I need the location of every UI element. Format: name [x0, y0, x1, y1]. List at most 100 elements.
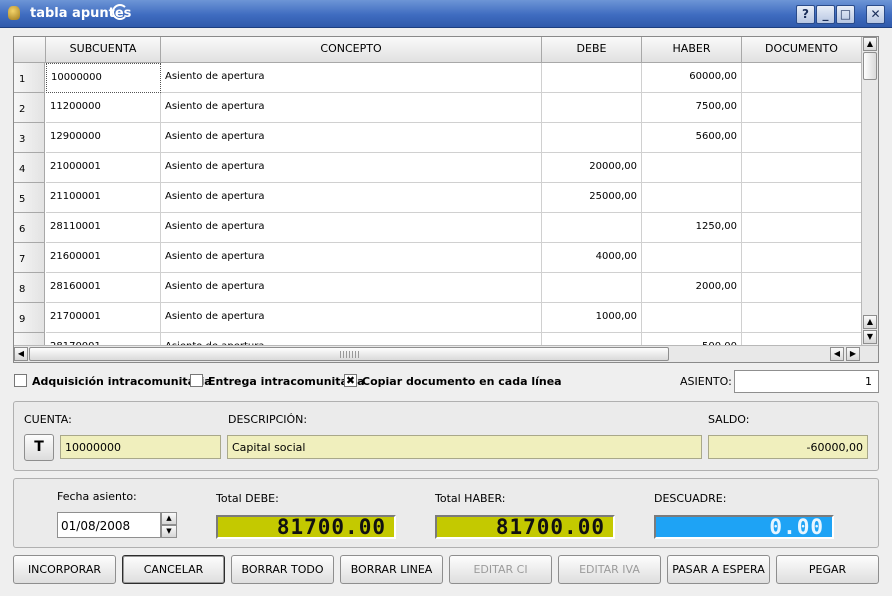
cell-haber[interactable]: 5600,00	[642, 123, 742, 153]
scroll-right-arrow[interactable]: ▶	[846, 347, 860, 361]
row-number[interactable]: 8	[14, 273, 45, 303]
cell-documento[interactable]	[742, 93, 862, 123]
table-row[interactable]: 3 12900000 Asiento de apertura 5600,00	[14, 123, 862, 153]
cuenta-field[interactable]: 10000000	[60, 435, 221, 459]
incorporar-button[interactable]: INCORPORAR	[13, 555, 116, 584]
apuntes-table[interactable]: SUBCUENTA CONCEPTO DEBE HABER DOCUMENTO …	[13, 36, 879, 363]
scroll-left-start-arrow[interactable]: ◀	[14, 347, 28, 361]
close-button[interactable]: ✕	[866, 5, 885, 24]
row-number[interactable]: 6	[14, 213, 45, 243]
scroll-down-arrow[interactable]: ▼	[863, 330, 877, 344]
cell-subcuenta[interactable]: 21600001	[46, 243, 161, 273]
cell-haber[interactable]: 1250,00	[642, 213, 742, 243]
cell-subcuenta[interactable]: 21000001	[46, 153, 161, 183]
cell-concepto[interactable]: Asiento de apertura	[161, 273, 542, 303]
cell-documento[interactable]	[742, 273, 862, 303]
cell-subcuenta[interactable]: 21700001	[46, 303, 161, 333]
title-bar[interactable]: tabla apuntes ? _ □ ✕	[0, 0, 892, 28]
table-row[interactable]: 9 21700001 Asiento de apertura 1000,00	[14, 303, 862, 333]
maximize-button[interactable]: □	[836, 5, 855, 24]
cell-subcuenta[interactable]: 10000000	[46, 63, 161, 93]
borrar-todo-button[interactable]: BORRAR TODO	[231, 555, 334, 584]
cell-concepto[interactable]: Asiento de apertura	[161, 183, 542, 213]
column-header-concepto[interactable]: CONCEPTO	[161, 37, 542, 63]
borrar-linea-button[interactable]: BORRAR LINEA	[340, 555, 443, 584]
date-up-button[interactable]: ▲	[161, 512, 177, 525]
corner-header[interactable]	[14, 37, 46, 63]
cell-debe[interactable]: 4000,00	[542, 243, 642, 273]
horizontal-scroll-thumb[interactable]	[29, 347, 669, 361]
cell-concepto[interactable]: Asiento de apertura	[161, 303, 542, 333]
horizontal-scrollbar[interactable]: ◀ ◀ ▶	[14, 345, 878, 362]
row-number[interactable]: 4	[14, 153, 45, 183]
editar-iva-button[interactable]: EDITAR IVA	[558, 555, 661, 584]
cell-concepto[interactable]: Asiento de apertura	[161, 63, 542, 93]
scroll-up-arrow[interactable]: ▲	[863, 315, 877, 329]
cell-haber[interactable]: 2000,00	[642, 273, 742, 303]
cell-haber[interactable]	[642, 303, 742, 333]
row-number[interactable]: 1	[14, 63, 45, 93]
fecha-asiento-field[interactable]: 01/08/2008	[57, 512, 161, 538]
editar-ci-button[interactable]: EDITAR CI	[449, 555, 552, 584]
pegar-button[interactable]: PEGAR	[776, 555, 879, 584]
row-number[interactable]: 9	[14, 303, 45, 333]
cell-haber[interactable]	[642, 183, 742, 213]
cell-concepto[interactable]: Asiento de apertura	[161, 153, 542, 183]
account-picker-button[interactable]: T	[24, 434, 54, 461]
cell-documento[interactable]	[742, 63, 862, 93]
adquisicion-checkbox[interactable]	[14, 374, 27, 387]
table-row[interactable]: 4 21000001 Asiento de apertura 20000,00	[14, 153, 862, 183]
table-row[interactable]: 8 28160001 Asiento de apertura 2000,00	[14, 273, 862, 303]
cell-debe[interactable]: 20000,00	[542, 153, 642, 183]
table-row[interactable]: 5 21100001 Asiento de apertura 25000,00	[14, 183, 862, 213]
cancelar-button[interactable]: CANCELAR	[122, 555, 225, 584]
pasar-espera-button[interactable]: PASAR A ESPERA	[667, 555, 770, 584]
cell-debe[interactable]	[542, 273, 642, 303]
cell-haber[interactable]: 7500,00	[642, 93, 742, 123]
cell-concepto[interactable]: Asiento de apertura	[161, 123, 542, 153]
scroll-left-arrow[interactable]: ◀	[830, 347, 844, 361]
minimize-button[interactable]: _	[816, 5, 835, 24]
column-header-documento[interactable]: DOCUMENTO	[742, 37, 862, 63]
row-number[interactable]: 2	[14, 93, 45, 123]
asiento-field[interactable]: 1	[734, 370, 879, 393]
cell-subcuenta[interactable]: 12900000	[46, 123, 161, 153]
copiar-checkbox[interactable]: ✖	[344, 374, 357, 387]
cell-subcuenta[interactable]: 28160001	[46, 273, 161, 303]
column-header-subcuenta[interactable]: SUBCUENTA	[46, 37, 161, 63]
cell-documento[interactable]	[742, 303, 862, 333]
column-header-haber[interactable]: HABER	[642, 37, 742, 63]
cell-concepto[interactable]: Asiento de apertura	[161, 243, 542, 273]
row-number[interactable]: 7	[14, 243, 45, 273]
table-row[interactable]: 7 21600001 Asiento de apertura 4000,00	[14, 243, 862, 273]
cell-documento[interactable]	[742, 153, 862, 183]
cell-concepto[interactable]: Asiento de apertura	[161, 93, 542, 123]
row-number[interactable]: 5	[14, 183, 45, 213]
cell-debe[interactable]: 1000,00	[542, 303, 642, 333]
column-header-debe[interactable]: DEBE	[542, 37, 642, 63]
cell-subcuenta[interactable]: 28110001	[46, 213, 161, 243]
cell-debe[interactable]	[542, 63, 642, 93]
help-button[interactable]: ?	[796, 5, 815, 24]
cell-haber[interactable]	[642, 243, 742, 273]
cell-subcuenta[interactable]: 11200000	[46, 93, 161, 123]
cell-debe[interactable]: 25000,00	[542, 183, 642, 213]
table-row[interactable]: 6 28110001 Asiento de apertura 1250,00	[14, 213, 862, 243]
cell-documento[interactable]	[742, 183, 862, 213]
table-row[interactable]: 1 10000000 Asiento de apertura 60000,00	[14, 63, 862, 93]
cell-documento[interactable]	[742, 123, 862, 153]
cell-debe[interactable]	[542, 123, 642, 153]
cell-debe[interactable]	[542, 93, 642, 123]
date-down-button[interactable]: ▼	[161, 525, 177, 538]
cell-subcuenta[interactable]: 21100001	[46, 183, 161, 213]
cell-concepto[interactable]: Asiento de apertura	[161, 213, 542, 243]
cell-debe[interactable]	[542, 213, 642, 243]
vertical-scroll-thumb[interactable]	[863, 52, 877, 80]
vertical-scrollbar[interactable]: ▲ ▲ ▼	[861, 37, 878, 347]
cell-documento[interactable]	[742, 213, 862, 243]
row-number[interactable]: 3	[14, 123, 45, 153]
cell-documento[interactable]	[742, 243, 862, 273]
entrega-checkbox[interactable]	[190, 374, 203, 387]
scroll-up-top-arrow[interactable]: ▲	[863, 37, 877, 51]
table-row[interactable]: 2 11200000 Asiento de apertura 7500,00	[14, 93, 862, 123]
